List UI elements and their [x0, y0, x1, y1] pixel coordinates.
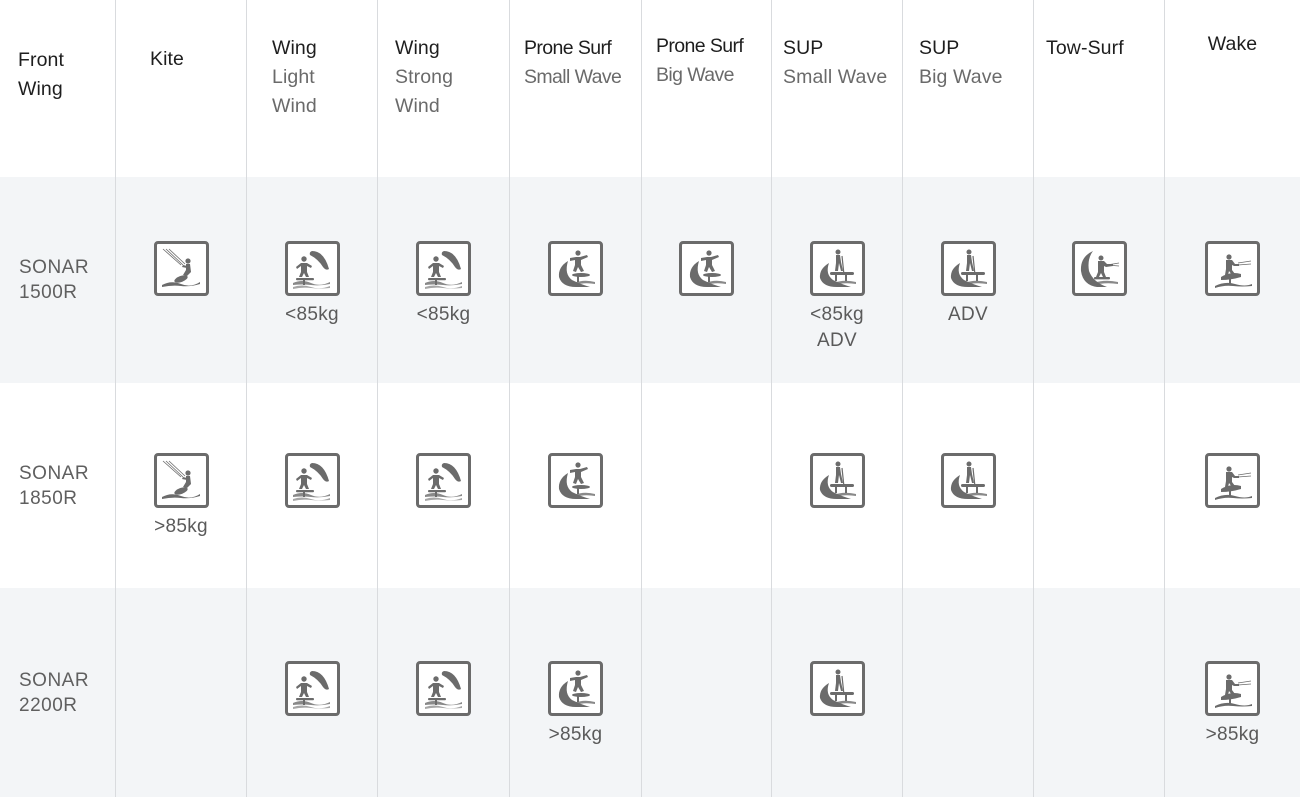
- cell-note: ADV: [948, 304, 988, 325]
- row-label-front-wing: SONAR 1850R: [0, 383, 115, 588]
- table-cell-wing-light: <85kg: [246, 177, 377, 383]
- table-cell-sup-small: <85kg ADV: [771, 177, 902, 383]
- sup-foil-icon: [809, 241, 865, 296]
- table-cell-wake: [1164, 177, 1300, 383]
- wake-foil-icon: [1205, 661, 1260, 716]
- prone-surf-icon: [548, 453, 603, 508]
- tow-surf-icon: [1071, 241, 1127, 296]
- front-wing-name-line: SONAR: [19, 257, 90, 278]
- cell-note: >85kg: [548, 724, 603, 745]
- table-cell-wing-light: [246, 588, 377, 797]
- header-title: Prone Surf: [656, 35, 744, 57]
- header-prone-surf-big-wave: Prone Surf Big Wave: [641, 0, 771, 177]
- table-cell-wake: >85kg: [1164, 588, 1300, 797]
- front-wing-name-line: 1850R: [19, 487, 78, 509]
- header-title: Wing: [395, 37, 440, 59]
- wing-foil-icon: [416, 661, 471, 716]
- table-cell-kite: >85kg: [115, 383, 246, 588]
- header-title: SUP: [919, 37, 960, 59]
- table-cell-prone-small: [509, 177, 641, 383]
- prone-surf-icon: [548, 241, 603, 296]
- table-cell-tow-surf: [1033, 383, 1164, 588]
- header-wake: Wake: [1164, 0, 1300, 177]
- table-cell-wing-strong: [377, 588, 509, 797]
- prone-surf-icon: [548, 661, 603, 716]
- cell-note: ADV: [817, 330, 857, 351]
- wing-foil-icon: [284, 453, 340, 508]
- table-cell-wake: [1164, 383, 1300, 588]
- header-title: SUP: [783, 37, 824, 59]
- header-title: Wing: [272, 37, 317, 59]
- header-subtitle: Strong: [395, 66, 454, 88]
- header-title: Wake: [1207, 33, 1258, 55]
- header-wing-light-wind: Wing Light Wind: [246, 0, 377, 177]
- header-prone-surf-small-wave: Prone Surf Small Wave: [509, 0, 641, 177]
- header-title: Kite: [150, 48, 185, 70]
- table-cell-wing-light: [246, 383, 377, 588]
- table-cell-tow-surf: [1033, 588, 1164, 797]
- front-wing-name-line: SONAR: [19, 462, 90, 484]
- table-cell-sup-small: [771, 383, 902, 588]
- header-wing-strong-wind: Wing Strong Wind: [377, 0, 509, 177]
- front-wing-name-line: 2200R: [19, 694, 78, 716]
- header-subtitle: Wind: [395, 95, 440, 117]
- table-cell-sup-big: [902, 588, 1033, 797]
- table-cell-kite: [115, 177, 246, 383]
- table-cell-sup-big: ADV: [902, 177, 1033, 383]
- header-sup-big-wave: SUP Big Wave: [902, 0, 1033, 177]
- header-tow-surf: Tow-Surf: [1033, 0, 1164, 177]
- wing-foil-icon: [416, 453, 471, 508]
- table-cell-prone-big: [641, 588, 771, 797]
- header-sup-small-wave: SUP Small Wave: [771, 0, 902, 177]
- prone-surf-icon: [679, 241, 734, 296]
- cell-note: <85kg: [416, 304, 471, 325]
- front-wing-name-line: 1500R: [19, 282, 78, 303]
- front-wing-name-line: SONAR: [19, 669, 90, 691]
- front-wing-compatibility-table: Front Wing Kite Wing Light Wind Wing Str…: [0, 0, 1300, 797]
- wake-foil-icon: [1205, 241, 1260, 296]
- header-subtitle: Small Wave: [783, 66, 888, 88]
- header-subtitle: Light: [272, 66, 315, 88]
- header-title: Prone Surf: [524, 37, 612, 59]
- table-cell-wing-strong: [377, 383, 509, 588]
- table-cell-prone-big: [641, 383, 771, 588]
- cell-note: >85kg: [1205, 724, 1260, 745]
- table-cell-kite: [115, 588, 246, 797]
- header-subtitle: Wind: [272, 95, 317, 117]
- table-cell-wing-strong: <85kg: [377, 177, 509, 383]
- table-cell-sup-small: [771, 588, 902, 797]
- cell-note: >85kg: [154, 516, 208, 537]
- sup-foil-icon: [940, 241, 996, 296]
- table-cell-prone-small: >85kg: [509, 588, 641, 797]
- table-cell-prone-small: [509, 383, 641, 588]
- header-front-wing: Front Wing: [0, 0, 115, 177]
- table-cell-tow-surf: [1033, 177, 1164, 383]
- header-subtitle: Big Wave: [919, 66, 1003, 88]
- header-subtitle: Big Wave: [656, 64, 735, 86]
- header-front-wing-line1: Front: [18, 49, 65, 71]
- wing-foil-icon: [284, 661, 340, 716]
- header-kite: Kite: [115, 0, 246, 177]
- sup-foil-icon: [940, 453, 996, 508]
- header-subtitle: Small Wave: [524, 66, 622, 88]
- table-cell-sup-big: [902, 383, 1033, 588]
- cell-note: <85kg: [810, 304, 864, 325]
- header-front-wing-line2: Wing: [18, 78, 63, 100]
- wing-foil-icon: [284, 241, 340, 296]
- header-title: Tow-Surf: [1046, 37, 1124, 59]
- row-label-front-wing: SONAR 2200R: [0, 588, 115, 797]
- wake-foil-icon: [1205, 453, 1260, 508]
- sup-foil-icon: [809, 453, 865, 508]
- kite-icon: [153, 241, 209, 296]
- cell-note: <85kg: [285, 304, 339, 325]
- sup-foil-icon: [809, 661, 865, 716]
- kite-icon: [153, 453, 209, 508]
- wing-foil-icon: [416, 241, 471, 296]
- row-label-front-wing: SONAR 1500R: [0, 177, 115, 383]
- table-cell-prone-big: [641, 177, 771, 383]
